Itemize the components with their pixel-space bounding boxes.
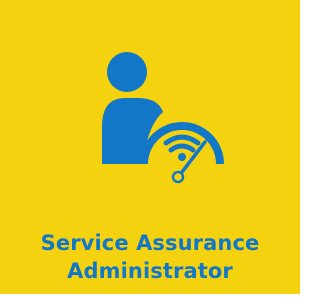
tile-title-line-2: Administrator (67, 259, 233, 283)
tile-title: Service Assurance Administrator (0, 229, 300, 285)
service-assurance-administrator-tile[interactable]: Service Assurance Administrator (0, 0, 300, 294)
tile-title-line-1: Service Assurance (40, 231, 260, 255)
user-with-wifi-gauge-icon (0, 0, 300, 210)
user-head-icon (107, 52, 147, 92)
